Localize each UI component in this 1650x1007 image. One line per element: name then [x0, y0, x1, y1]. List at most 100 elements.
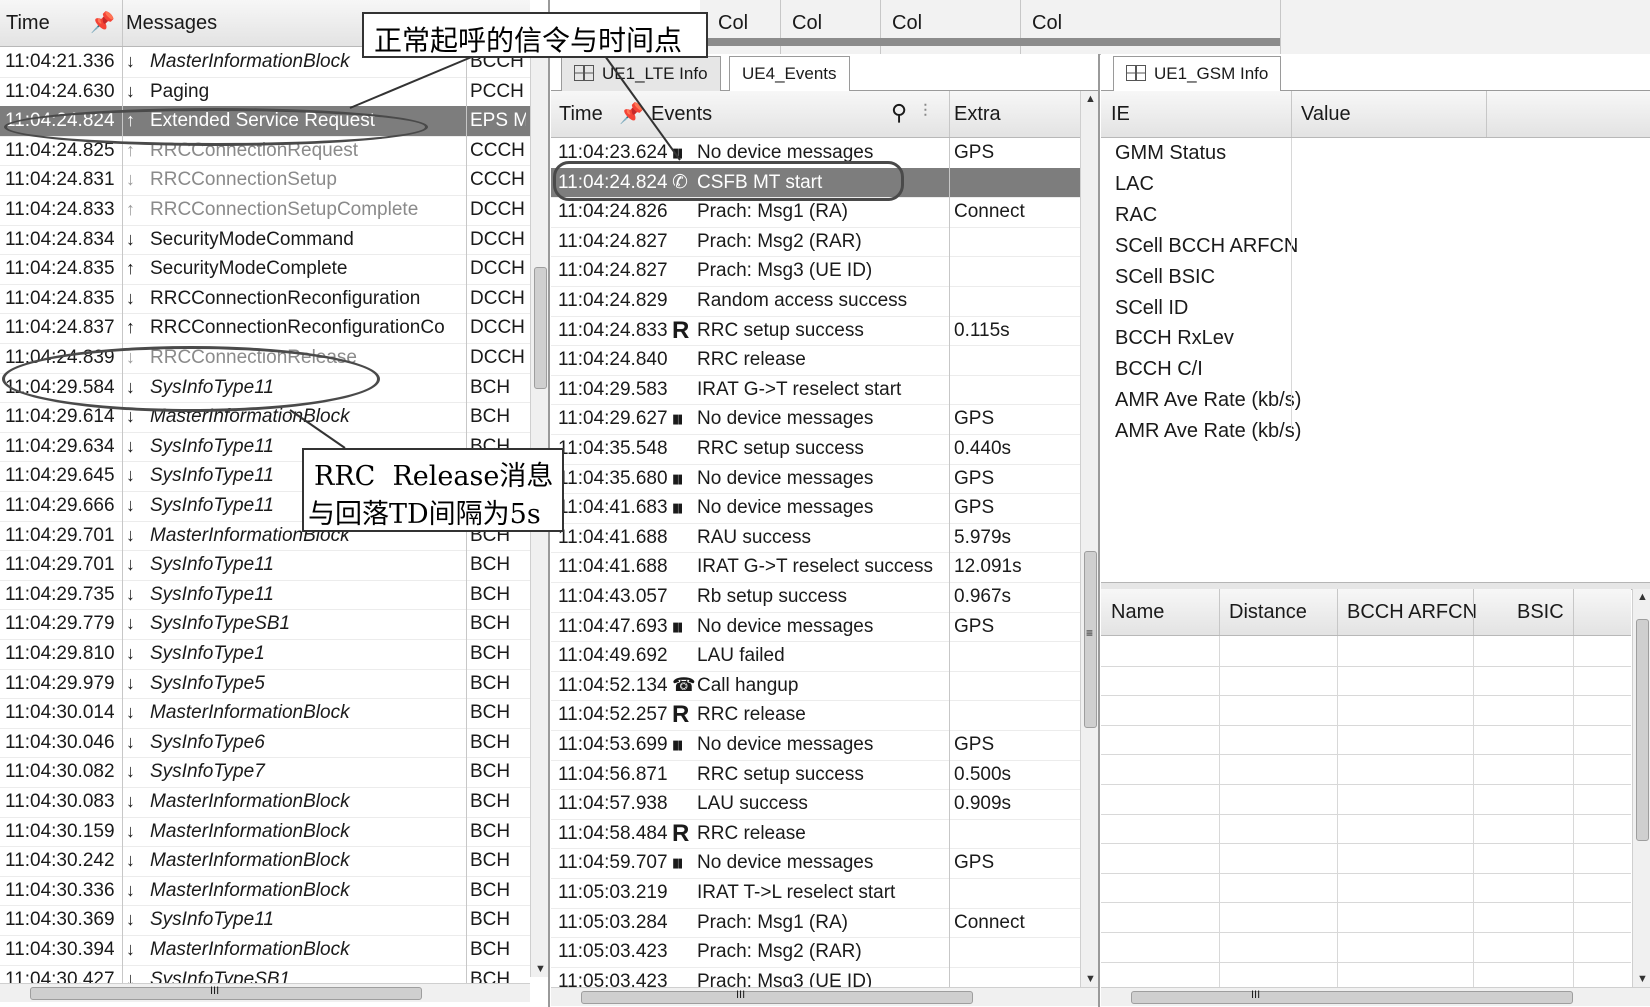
event-row[interactable]: 11:04:52.257 R RRC release: [551, 700, 1080, 731]
event-row[interactable]: 11:04:24.833 R RRC setup success 0.115s: [551, 315, 1080, 347]
message-row[interactable]: 11:04:30.394 ↓ MasterInformationBlock BCH: [0, 935, 530, 966]
scrollbar-thumb[interactable]: [534, 267, 547, 389]
message-row[interactable]: 11:04:29.735 ↓ SysInfoType11 BCH: [0, 579, 530, 611]
message-row[interactable]: 11:04:30.369 ↓ SysInfoType11 BCH: [0, 905, 530, 936]
ie-row[interactable]: AMR Ave Rate (kb/s): [1101, 416, 1650, 447]
event-row[interactable]: 11:04:24.826 Prach: Msg1 (RA) Connecti: [551, 197, 1080, 228]
column-header[interactable]: Col: [792, 12, 822, 35]
event-name: No device messages: [697, 497, 874, 519]
event-row[interactable]: 11:04:41.688 IRAT G->T reselect success 12…: [551, 552, 1080, 583]
ie-row[interactable]: GMM Status: [1101, 138, 1650, 169]
scroll-down-arrow-icon[interactable]: ▼: [535, 963, 546, 975]
messages-horizontal-scrollbar[interactable]: III: [0, 983, 530, 1002]
ie-row[interactable]: SCell BSIC: [1101, 262, 1650, 293]
message-row[interactable]: 11:04:24.835 ↓ RRCConnectionReconfiguratio…: [0, 283, 530, 315]
ie-row[interactable]: AMR Ave Rate (kb/s): [1101, 385, 1650, 416]
column-divider: [466, 76, 467, 107]
message-row[interactable]: 11:04:24.837 ↑ RRCConnectionReconfiguratio…: [0, 313, 530, 344]
scroll-down-arrow-icon[interactable]: ▼: [1085, 973, 1096, 985]
neighbor-horizontal-scrollbar[interactable]: III: [1101, 987, 1650, 1006]
tab-label: UE1_GSM Info: [1154, 64, 1269, 83]
ie-row[interactable]: RAC: [1101, 200, 1650, 231]
horizontal-scrollbar-thumb[interactable]: [581, 991, 973, 1004]
message-row[interactable]: 11:04:24.831 ↓ RRCConnectionSetup CCCH: [0, 165, 530, 196]
column-header[interactable]: Col: [1032, 12, 1062, 35]
column-divider: [122, 283, 123, 314]
pin-icon[interactable]: 📌: [90, 10, 115, 35]
ie-row[interactable]: BCCH RxLev: [1101, 323, 1650, 354]
events-column-header[interactable]: Events: [651, 103, 712, 126]
bcch-arfcn-column-header[interactable]: BCCH ARFCN: [1347, 601, 1477, 624]
tab-ue4-events[interactable]: UE4_Events: [729, 56, 850, 91]
message-row[interactable]: 11:04:30.159 ↓ MasterInformationBlock BCH: [0, 816, 530, 848]
column-divider: [949, 789, 950, 819]
message-row[interactable]: 11:04:30.083 ↓ MasterInformationBlock BCH: [0, 787, 530, 818]
message-row[interactable]: 11:04:30.336 ↓ MasterInformationBlock BCH: [0, 875, 530, 907]
event-row[interactable]: 11:05:03.219 IRAT T->L reselect start: [551, 878, 1080, 909]
horizontal-scrollbar-thumb[interactable]: [30, 987, 422, 1000]
message-row[interactable]: 11:04:29.779 ↓ SysInfoTypeSB1 BCH: [0, 609, 530, 640]
ie-row[interactable]: BCCH C/I: [1101, 354, 1650, 385]
event-row[interactable]: 11:04:53.699 ▮▮ No device messages GPS: [551, 730, 1080, 761]
message-row[interactable]: 11:04:24.630 ↓ Paging PCCH: [0, 76, 530, 108]
column-header[interactable]: Col: [718, 12, 748, 35]
name-column-header[interactable]: Name: [1111, 601, 1164, 624]
scroll-up-arrow-icon[interactable]: ▲: [1085, 93, 1096, 105]
scrollbar-thumb[interactable]: [1636, 619, 1649, 841]
search-icon[interactable]: ⚲: [891, 100, 907, 126]
event-row[interactable]: 11:04:24.829 Random access success: [551, 286, 1080, 317]
event-row[interactable]: 11:04:41.683 ▮▮ No device messages GPS: [551, 493, 1080, 524]
messages-column-header[interactable]: Messages: [126, 12, 217, 35]
horizontal-scrollbar-thumb[interactable]: [700, 38, 1280, 46]
tab-ue1-gsm-info[interactable]: UE1_GSM Info: [1113, 56, 1282, 91]
events-vertical-scrollbar[interactable]: ▲ ≡ ▼: [1080, 91, 1098, 987]
event-row[interactable]: 11:04:29.627 ▮▮ No device messages GPS: [551, 404, 1080, 435]
distance-column-header[interactable]: Distance: [1229, 601, 1307, 624]
event-row[interactable]: 11:04:57.938 LAU success 0.909s: [551, 789, 1080, 820]
event-row[interactable]: 11:04:29.583 IRAT G->T reselect start: [551, 374, 1080, 406]
value-column-header[interactable]: Value: [1301, 103, 1351, 126]
scroll-down-arrow-icon[interactable]: ▼: [1637, 973, 1648, 985]
column-header[interactable]: Col: [892, 12, 922, 35]
event-row[interactable]: 11:04:35.548 RRC setup success 0.440s: [551, 434, 1080, 465]
event-row[interactable]: 11:04:52.134 ☎ Call hangup: [551, 670, 1080, 702]
ie-column-header[interactable]: IE: [1111, 103, 1130, 126]
event-row[interactable]: 11:05:03.284 Prach: Msg1 (RA) Connecti: [551, 907, 1080, 939]
horizontal-scrollbar-thumb[interactable]: [1131, 991, 1573, 1004]
ie-row[interactable]: LAC: [1101, 169, 1650, 200]
event-row[interactable]: 11:04:58.484 R RRC release: [551, 818, 1080, 850]
event-row[interactable]: 11:04:24.827 Prach: Msg3 (UE ID): [551, 256, 1080, 287]
message-row[interactable]: 11:04:24.834 ↓ SecurityModeCommand DCCH: [0, 224, 530, 256]
message-row[interactable]: 11:04:29.979 ↓ SysInfoType5 BCH: [0, 668, 530, 700]
message-row[interactable]: 11:04:30.014 ↓ MasterInformationBlock BCH: [0, 698, 530, 729]
pin-icon[interactable]: 📌: [619, 101, 644, 126]
event-row[interactable]: 11:04:43.057 Rb setup success 0.967s: [551, 582, 1080, 613]
message-row[interactable]: 11:04:29.701 ↓ SysInfoType11 BCH: [0, 550, 530, 581]
events-horizontal-scrollbar[interactable]: III: [551, 987, 1098, 1006]
time-column-header[interactable]: Time: [6, 12, 50, 35]
event-row[interactable]: 11:04:24.827 Prach: Msg2 (RAR): [551, 226, 1080, 258]
neighbor-vertical-scrollbar[interactable]: ▲ ▼: [1632, 589, 1650, 987]
event-row[interactable]: 11:04:35.680 ▮▮ No device messages GPS: [551, 463, 1080, 495]
event-row[interactable]: 11:04:56.871 RRC setup success 0.500s: [551, 759, 1080, 791]
ie-row[interactable]: SCell BCCH ARFCN: [1101, 231, 1650, 262]
message-row[interactable]: 11:04:29.810 ↓ SysInfoType1 BCH: [0, 639, 530, 670]
event-row[interactable]: 11:04:24.840 RRC release: [551, 345, 1080, 376]
filter-icon[interactable]: ⫶: [923, 101, 928, 122]
event-row[interactable]: 11:04:49.692 LAU failed: [551, 641, 1080, 672]
message-row[interactable]: 11:04:24.835 ↑ SecurityModeComplete DCCH: [0, 254, 530, 285]
message-row[interactable]: 11:04:24.833 ↑ RRCConnectionSetupComplete D…: [0, 195, 530, 226]
message-row[interactable]: 11:04:30.046 ↓ SysInfoType6 BCH: [0, 727, 530, 759]
message-row[interactable]: 11:04:30.082 ↓ SysInfoType7 BCH: [0, 757, 530, 788]
scroll-up-arrow-icon[interactable]: ▲: [1637, 591, 1648, 603]
event-row[interactable]: 11:05:03.423 Prach: Msg2 (RAR): [551, 937, 1080, 968]
tab-ue1-lte-info[interactable]: UE1_LTE Info: [561, 56, 721, 91]
extra-column-header[interactable]: Extra: [954, 103, 1001, 126]
event-row[interactable]: 11:04:47.693 ▮▮ No device messages GPS: [551, 611, 1080, 643]
event-row[interactable]: 11:04:59.707 ▮▮ No device messages GPS: [551, 848, 1080, 879]
time-column-header[interactable]: Time: [559, 103, 603, 126]
bsic-column-header[interactable]: BSIC: [1517, 601, 1564, 624]
event-row[interactable]: 11:04:41.688 RAU success 5.979s: [551, 522, 1080, 554]
message-row[interactable]: 11:04:30.242 ↓ MasterInformationBlock BCH: [0, 846, 530, 877]
ie-row[interactable]: SCell ID: [1101, 293, 1650, 324]
